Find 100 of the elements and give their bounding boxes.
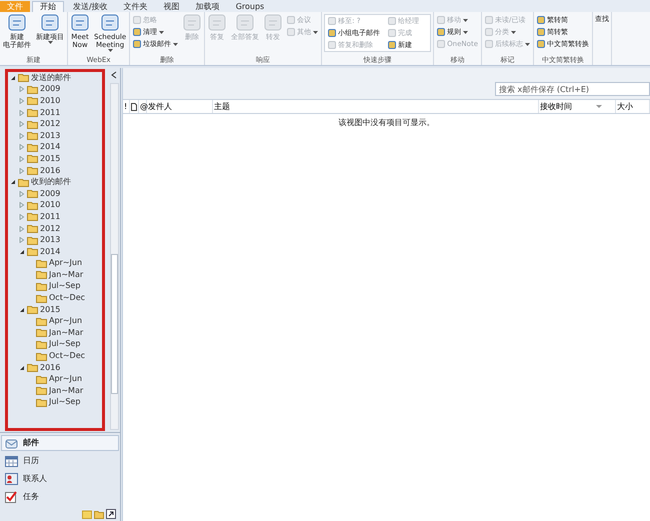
folder-item[interactable]: Oct~Dec bbox=[49, 293, 86, 304]
nav-button[interactable]: 邮件 bbox=[1, 435, 119, 451]
column-header[interactable]: @ bbox=[139, 100, 147, 113]
nav-button[interactable]: 日历 bbox=[1, 453, 119, 469]
folder-item[interactable]: 2010 bbox=[40, 200, 60, 210]
collapsed-icon[interactable] bbox=[19, 86, 25, 92]
column-header[interactable]: 主题 bbox=[213, 100, 539, 113]
expanded-icon[interactable] bbox=[19, 306, 25, 313]
expanded-icon[interactable] bbox=[19, 364, 25, 371]
folder-item[interactable]: Jan~Mar bbox=[49, 328, 84, 338]
collapsed-icon[interactable] bbox=[19, 98, 25, 104]
caret-icon bbox=[108, 49, 113, 52]
folder-icon bbox=[27, 224, 38, 234]
folder-item[interactable]: 2015 bbox=[40, 154, 60, 164]
collapsed-icon[interactable] bbox=[19, 214, 25, 220]
folder-item[interactable]: 2013 bbox=[40, 235, 60, 246]
folder-item[interactable]: 2015 bbox=[40, 304, 60, 315]
column-header[interactable]: 接收时间 bbox=[539, 100, 616, 113]
caret-icon bbox=[463, 30, 468, 34]
folder-item[interactable]: Apr~Jun bbox=[49, 258, 82, 268]
folder-item[interactable]: 2009 bbox=[40, 188, 60, 199]
folder-item[interactable]: 2011 bbox=[40, 108, 60, 118]
ribbon-tab[interactable]: Groups bbox=[228, 1, 272, 12]
column-header[interactable] bbox=[130, 100, 139, 113]
folder-icon bbox=[36, 340, 47, 349]
ribbon-tab[interactable]: 视图 bbox=[156, 1, 187, 12]
sort-icon bbox=[596, 104, 602, 108]
column-header[interactable]: ! bbox=[123, 100, 130, 113]
collapsed-icon[interactable] bbox=[19, 144, 25, 150]
folder-item[interactable]: Apr~Jun bbox=[49, 374, 82, 384]
collapsed-icon[interactable] bbox=[19, 121, 25, 128]
empty-message: 该视图中没有项目可显示。 bbox=[338, 117, 436, 129]
folder-icon bbox=[27, 189, 38, 198]
folder-icon bbox=[27, 236, 38, 245]
collapsed-icon[interactable] bbox=[19, 132, 25, 139]
collapsed-icon[interactable] bbox=[19, 168, 25, 174]
folder-item[interactable]: 2012 bbox=[40, 224, 60, 234]
folder-icon bbox=[36, 282, 47, 291]
folder-item[interactable]: Jul~Sep bbox=[49, 339, 80, 350]
folder-item[interactable]: 2014 bbox=[40, 142, 60, 152]
folder-icon bbox=[36, 316, 47, 326]
folder-item[interactable]: Apr~Jun bbox=[49, 316, 82, 326]
folder-item[interactable]: 2014 bbox=[40, 246, 60, 257]
folder-item[interactable]: Jul~Sep bbox=[49, 281, 80, 292]
collapsed-icon[interactable] bbox=[19, 110, 25, 116]
folder-icon bbox=[18, 73, 29, 82]
folder-icon bbox=[27, 212, 38, 222]
ribbon-tab[interactable]: 文件夹 bbox=[116, 1, 155, 12]
ribbon-tab[interactable]: 开始 bbox=[32, 1, 64, 12]
ribbon-tab[interactable]: 发送/接收 bbox=[66, 1, 115, 12]
folder-item[interactable]: 发送的邮件 bbox=[31, 72, 71, 83]
mail-icon bbox=[5, 437, 18, 449]
search-field[interactable]: 搜索 x邮件保存 (Ctrl+E) bbox=[495, 82, 650, 96]
folder-item[interactable]: 收到的邮件 bbox=[31, 177, 71, 188]
folder-item[interactable]: 2011 bbox=[40, 212, 60, 222]
folder-icon bbox=[36, 328, 47, 338]
scrollbar[interactable] bbox=[110, 83, 118, 430]
folder-icon bbox=[27, 363, 38, 372]
caret-icon bbox=[173, 42, 178, 46]
folder-icon bbox=[27, 120, 38, 129]
collapsed-icon[interactable] bbox=[19, 237, 25, 244]
folder-item[interactable]: 2009 bbox=[40, 84, 60, 94]
folder-item[interactable]: Jan~Mar bbox=[49, 270, 84, 280]
folder-icon bbox=[36, 398, 47, 407]
collapsed-icon[interactable] bbox=[19, 190, 25, 197]
command-icon bbox=[8, 14, 26, 31]
caret-icon bbox=[511, 30, 516, 34]
folder-icon bbox=[27, 247, 38, 256]
folder-item[interactable]: 2013 bbox=[40, 130, 60, 141]
expanded-icon[interactable] bbox=[19, 248, 25, 255]
column-header[interactable]: 发件人 bbox=[147, 100, 213, 113]
column-header[interactable]: 大小 bbox=[616, 100, 650, 113]
folder-item[interactable]: Jul~Sep bbox=[49, 397, 80, 408]
shortcut-icon[interactable] bbox=[106, 509, 116, 519]
command-icon bbox=[71, 14, 89, 31]
expanded-icon[interactable] bbox=[10, 74, 16, 81]
folder-icon bbox=[36, 294, 47, 303]
caret-icon bbox=[525, 42, 530, 46]
folder-icon bbox=[36, 258, 47, 268]
caret-icon bbox=[463, 18, 468, 22]
collapsed-icon[interactable] bbox=[19, 156, 25, 162]
folder-item[interactable]: 2012 bbox=[40, 119, 60, 130]
collapse-icon[interactable] bbox=[111, 71, 117, 79]
nav-button[interactable]: 联系人 bbox=[1, 471, 119, 487]
nav-button[interactable]: 任务 bbox=[1, 489, 119, 505]
collapsed-icon[interactable] bbox=[19, 202, 25, 208]
folder-icon bbox=[27, 108, 38, 118]
folder-item[interactable]: Oct~Dec bbox=[49, 351, 86, 362]
expanded-icon[interactable] bbox=[10, 179, 16, 186]
caret-icon bbox=[313, 30, 318, 34]
document-icon bbox=[131, 102, 137, 110]
collapsed-icon[interactable] bbox=[19, 226, 25, 232]
folder-item[interactable]: 2016 bbox=[40, 362, 60, 373]
ribbon-tab[interactable]: 加载项 bbox=[188, 1, 227, 12]
command-icon bbox=[101, 14, 120, 31]
folder-item[interactable]: Jan~Mar bbox=[49, 386, 84, 396]
command-icon bbox=[41, 14, 59, 31]
folder-icon bbox=[36, 352, 47, 361]
folder-item[interactable]: 2010 bbox=[40, 96, 60, 106]
folder-item[interactable]: 2016 bbox=[40, 166, 60, 176]
